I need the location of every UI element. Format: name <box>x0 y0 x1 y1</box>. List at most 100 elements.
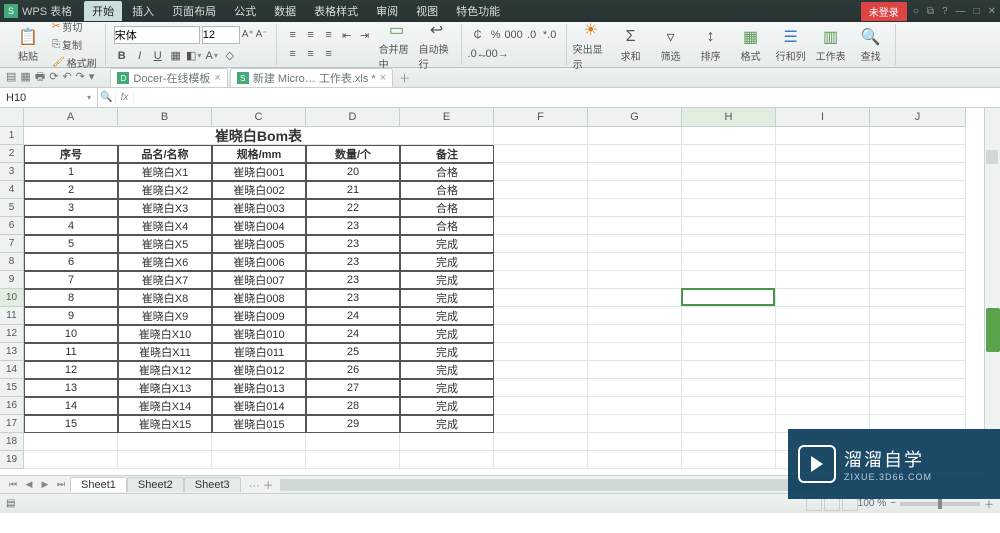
menu-tab-5[interactable]: 表格样式 <box>306 1 366 21</box>
cell[interactable] <box>588 433 682 451</box>
cell[interactable] <box>682 289 776 307</box>
cell[interactable] <box>870 127 966 145</box>
cell[interactable]: 崔晓白002 <box>212 181 306 199</box>
cell[interactable] <box>870 325 966 343</box>
cell[interactable] <box>494 235 588 253</box>
cell[interactable]: 崔晓白X2 <box>118 181 212 199</box>
numfmt-2[interactable]: 000 <box>506 27 522 43</box>
cell[interactable] <box>494 451 588 469</box>
cell[interactable] <box>776 307 870 325</box>
cell[interactable] <box>494 199 588 217</box>
window-control-4[interactable]: □ <box>974 6 980 17</box>
cell[interactable]: 8 <box>24 289 118 307</box>
cell[interactable]: 崔晓白X4 <box>118 217 212 235</box>
bold-icon[interactable]: B <box>114 48 130 64</box>
cell[interactable]: 合格 <box>400 163 494 181</box>
cell[interactable]: 26 <box>306 361 400 379</box>
window-control-5[interactable]: ✕ <box>988 6 996 17</box>
cell[interactable] <box>24 451 118 469</box>
cell[interactable]: 崔晓白X7 <box>118 271 212 289</box>
cell[interactable] <box>118 433 212 451</box>
cell[interactable] <box>682 127 776 145</box>
qat-icon-3[interactable]: ⟳ <box>49 71 58 83</box>
cell[interactable] <box>494 181 588 199</box>
cell[interactable]: 品名/名称 <box>118 145 212 163</box>
cell[interactable] <box>400 433 494 451</box>
qat-icon-0[interactable]: ▤ <box>6 71 16 83</box>
cell[interactable] <box>588 217 682 235</box>
cell[interactable] <box>494 415 588 433</box>
cell[interactable]: 14 <box>24 397 118 415</box>
cell[interactable]: 崔晓白X8 <box>118 289 212 307</box>
menu-tab-4[interactable]: 数据 <box>266 1 304 21</box>
login-button[interactable]: 未登录 <box>861 2 907 21</box>
sheet-nav-prev-icon[interactable]: ◀ <box>22 479 36 490</box>
col-header-E[interactable]: E <box>400 108 494 127</box>
cell[interactable] <box>212 433 306 451</box>
row-header-16[interactable]: 16 <box>0 397 24 415</box>
close-icon[interactable]: × <box>214 72 220 84</box>
cell[interactable]: 崔晓白X12 <box>118 361 212 379</box>
vertical-scrollbar[interactable] <box>984 108 1000 475</box>
cell[interactable]: 2 <box>24 181 118 199</box>
cell[interactable] <box>682 253 776 271</box>
col-header-A[interactable]: A <box>24 108 118 127</box>
cell[interactable]: 崔晓白X1 <box>118 163 212 181</box>
cell[interactable] <box>306 433 400 451</box>
cell[interactable] <box>870 217 966 235</box>
cell[interactable] <box>24 433 118 451</box>
row-header-1[interactable]: 1 <box>0 127 24 145</box>
col-header-F[interactable]: F <box>494 108 588 127</box>
cell[interactable]: 6 <box>24 253 118 271</box>
cell[interactable]: 28 <box>306 397 400 415</box>
sheet-nav-next-icon[interactable]: ▶ <box>38 479 52 490</box>
cell[interactable]: 完成 <box>400 379 494 397</box>
cell[interactable]: 完成 <box>400 325 494 343</box>
row-header-18[interactable]: 18 <box>0 433 24 451</box>
cell[interactable] <box>682 163 776 181</box>
sheet-tab-0[interactable]: Sheet1 <box>70 477 127 492</box>
qat-icon-6[interactable]: ▾ <box>89 71 95 83</box>
rowcol-button[interactable]: ☰行和列 <box>773 26 809 63</box>
cell[interactable] <box>588 163 682 181</box>
cell[interactable]: 崔晓白013 <box>212 379 306 397</box>
cell[interactable] <box>870 163 966 181</box>
window-control-0[interactable]: ○ <box>913 6 919 17</box>
cell[interactable]: 备注 <box>400 145 494 163</box>
cell[interactable]: 数量/个 <box>306 145 400 163</box>
font-color-icon[interactable]: A <box>204 48 220 64</box>
cell[interactable]: 崔晓白X14 <box>118 397 212 415</box>
wrap-text-button[interactable]: ↩ 自动换行 <box>419 19 455 71</box>
increase-decimal-icon[interactable]: .00→ <box>488 46 504 62</box>
cell[interactable]: 崔晓白007 <box>212 271 306 289</box>
row-header-9[interactable]: 9 <box>0 271 24 289</box>
cell[interactable] <box>682 145 776 163</box>
cell[interactable]: 崔晓白X10 <box>118 325 212 343</box>
cell[interactable]: 23 <box>306 271 400 289</box>
cell[interactable]: 29 <box>306 415 400 433</box>
cell[interactable] <box>118 451 212 469</box>
menu-tab-3[interactable]: 公式 <box>226 1 264 21</box>
cell[interactable]: 20 <box>306 163 400 181</box>
cell[interactable]: 10 <box>24 325 118 343</box>
cell[interactable]: 23 <box>306 235 400 253</box>
menu-tab-2[interactable]: 页面布局 <box>164 1 224 21</box>
window-control-3[interactable]: — <box>956 6 966 17</box>
window-control-1[interactable]: ⧉ <box>927 6 934 17</box>
cell[interactable]: 序号 <box>24 145 118 163</box>
numfmt-4[interactable]: *.0 <box>542 27 558 43</box>
cell[interactable]: 崔晓白011 <box>212 343 306 361</box>
cell[interactable]: 完成 <box>400 289 494 307</box>
cell[interactable]: 崔晓白X3 <box>118 199 212 217</box>
doc-tab-1[interactable]: S新建 Micro… 工作表.xls *× <box>230 68 393 87</box>
cell[interactable] <box>870 271 966 289</box>
numfmt-0[interactable]: ₵ <box>470 27 486 43</box>
col-header-C[interactable]: C <box>212 108 306 127</box>
format-button[interactable]: ▦格式 <box>733 26 769 63</box>
cell[interactable]: 3 <box>24 199 118 217</box>
align-bottom-icon[interactable]: ≡ <box>321 27 337 43</box>
cell[interactable]: 崔晓白X15 <box>118 415 212 433</box>
cell[interactable]: 崔晓白006 <box>212 253 306 271</box>
cell[interactable]: 23 <box>306 253 400 271</box>
cell[interactable] <box>588 271 682 289</box>
